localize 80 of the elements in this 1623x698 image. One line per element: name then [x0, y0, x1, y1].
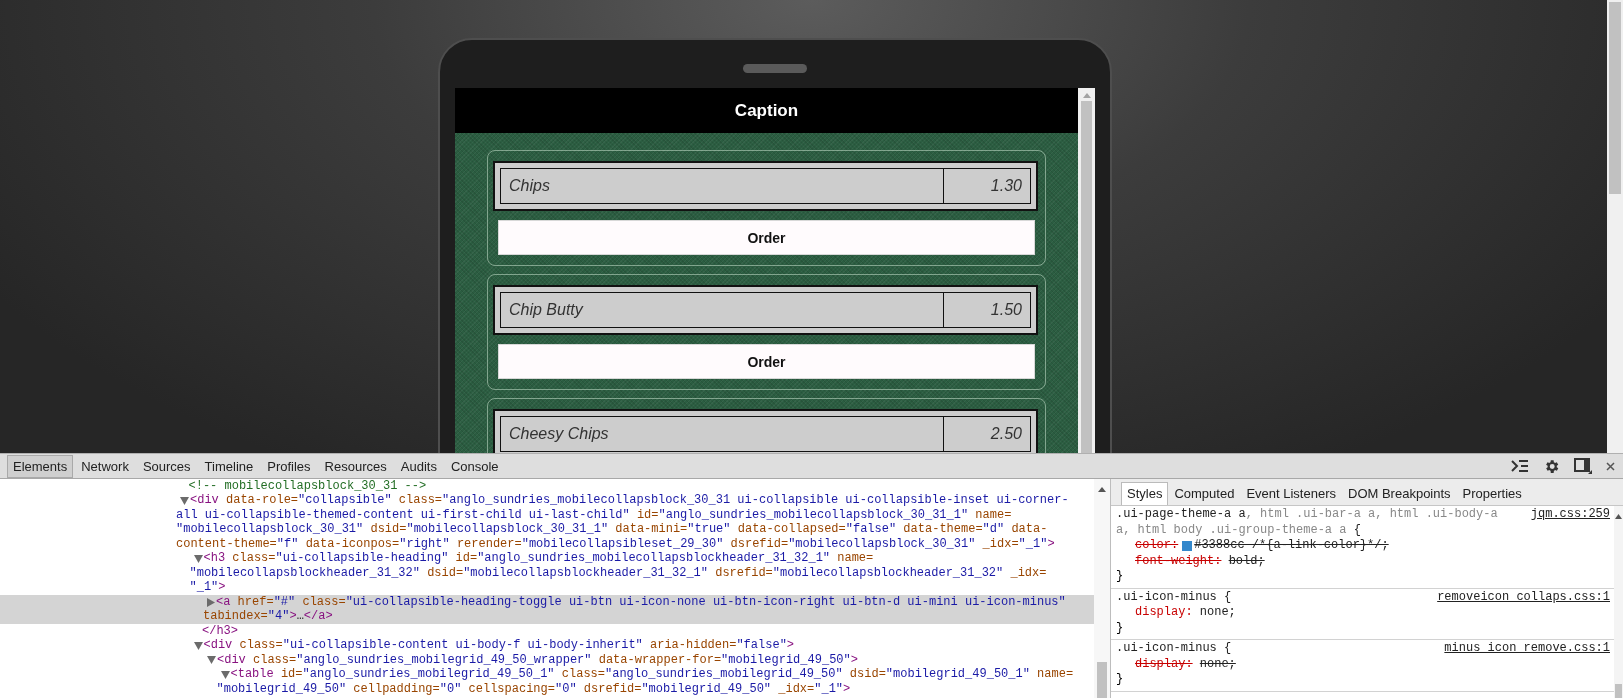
scrollbar-thumb[interactable]	[1609, 2, 1621, 194]
item-price: 2.50	[989, 424, 1023, 444]
triangle-icon[interactable]	[180, 496, 189, 505]
code-line: <h3 class="ui-collapsible-heading" id="anglo_sundries_mobilecollapsblockheader_31_32_1" name=	[203, 551, 874, 567]
devtools-tab[interactable]: Elements	[7, 454, 74, 478]
closing-brace: }	[1116, 620, 1124, 635]
settings-icon[interactable]	[1543, 457, 1560, 475]
devtools-tab[interactable]: Console	[444, 454, 505, 478]
css-selector: .ui-icon-minus {	[1116, 589, 1232, 605]
scrollbar-thumb[interactable]	[1081, 101, 1092, 453]
code-line: "mobilecollapsblockheader_31_32" dsid="mobilecollapsblockheader_31_32_1" dsrefid="mobilecollapsblockheader_31_32" _idx=	[189, 565, 1047, 581]
scrollbar-thumb[interactable]	[1615, 684, 1622, 698]
code-line: </h3>	[202, 623, 238, 639]
devtools-tab[interactable]: Network	[75, 454, 135, 478]
color-swatch[interactable]	[1182, 540, 1193, 551]
scroll-up-icon[interactable]	[1615, 514, 1622, 519]
closing-brace: }	[1116, 672, 1124, 686]
scrollbar[interactable]	[1614, 506, 1623, 698]
order-button[interactable]: Order	[498, 220, 1035, 255]
devtools-tab[interactable]: Profiles	[261, 454, 317, 478]
scrollbar-thumb[interactable]	[1097, 662, 1107, 698]
devtools-tab[interactable]: Resources	[318, 454, 393, 478]
triangle-icon[interactable]	[207, 656, 216, 665]
item-name: Chips	[501, 169, 944, 203]
scrollbar[interactable]	[1607, 0, 1623, 453]
css-property-name: font-weight:	[1135, 553, 1222, 569]
sidebar-tab[interactable]: Event Listeners	[1240, 482, 1342, 505]
order-button[interactable]: Order	[498, 344, 1035, 379]
devtools-tab[interactable]: Timeline	[198, 454, 260, 478]
css-property-name: display:	[1135, 605, 1193, 621]
css-property-name: display:	[1135, 656, 1193, 672]
scrollbar[interactable]	[1078, 88, 1095, 453]
sidebar-tab[interactable]: Properties	[1456, 482, 1528, 505]
code-line: all ui-collapsible-themed-content ui-first-child ui-last-child" id="anglo_sundries_mobilecollapsblock_30_31_1" name=	[176, 507, 1012, 523]
code-line: content-theme="f" data-iconpos="right" rerender="mobilecollapsibleset_29_30" dsrefid="mobilecollapsblock_30_31" _idx="_1">	[176, 536, 1055, 552]
code-line: <!-- mobilecollapsblock_30_31 -->	[188, 479, 427, 494]
triangle-icon[interactable]	[207, 597, 215, 607]
devtools-tab[interactable]: Audits	[394, 454, 443, 478]
code-line: <div class="anglo_sundries_mobilegrid_49_50_wrapper" data-wrapper-for="mobilegrid_49_50">	[217, 652, 858, 668]
triangle-icon[interactable]	[220, 670, 230, 679]
item-name: Chip Butty	[501, 293, 944, 327]
code-line: "mobilecollapsblock_30_31" dsid="mobilecollapsblock_30_31_1" data-mini="true" data-collapsed="false" data-theme="d" data-	[176, 522, 1048, 538]
sidebar-tab[interactable]: DOM Breakpoints	[1342, 482, 1457, 505]
item-price: 1.30	[989, 176, 1023, 196]
dom-node-row[interactable]: <!-- mobilecollapsblock_30_31 -->	[0, 479, 1094, 494]
sidebar-tab[interactable]: Computed	[1168, 482, 1241, 505]
closing-brace: }	[1116, 569, 1124, 583]
close-icon[interactable]	[1606, 461, 1615, 471]
css-property-name: color:	[1135, 538, 1179, 554]
source-link[interactable]: removeicon_collaps.css:1	[1437, 589, 1610, 605]
triangle-icon[interactable]	[193, 641, 203, 650]
devtools-tab[interactable]: Sources	[136, 454, 197, 478]
source-link[interactable]: minus_icon_remove.css:1	[1444, 641, 1610, 657]
scrollbar[interactable]	[1094, 479, 1110, 698]
code-line: <a href="#" class="ui-collapsible-heading-toggle ui-btn ui-icon-none ui-btn-icon-right ui-btn-d ui-mini ui-icon-minus"	[216, 594, 1066, 610]
code-line: "mobilegrid_49_50" cellpadding="0" cellspacing="0" dsrefid="mobilegrid_49_50" _idx="_1">	[216, 681, 851, 697]
header-title: Caption	[734, 100, 799, 121]
source-link[interactable]: jqm.css:259	[1530, 507, 1610, 523]
console-drawer-icon[interactable]	[1511, 459, 1529, 473]
code-line: <table id="anglo_sundries_mobilegrid_49_50_1" class="anglo_sundries_mobilegrid_49_50" dsid="mobilegrid_49_50_1" name=	[230, 667, 1074, 683]
scroll-up-icon[interactable]	[1098, 487, 1106, 492]
code-line: <div class="ui-collapsible-content ui-body-f ui-body-inherit" aria-hidden="false">	[203, 638, 795, 654]
speaker-grille	[743, 64, 807, 73]
dom-node-row[interactable]: <div class="ui-collapsible-content ui-body-f ui-body-inherit" aria-hidden="false">	[0, 638, 1094, 653]
dock-icon[interactable]	[1574, 458, 1592, 474]
code-line: <div data-role="collapsible" class="anglo_sundries_mobilecollapsblock_30_31 ui-collapsible ui-collapsible-inset ui-corner-	[190, 493, 1069, 509]
css-property-value: none;	[1199, 605, 1236, 621]
item-price: 1.50	[989, 300, 1023, 320]
css-property-value: none;	[1199, 656, 1236, 672]
sidebar-tab[interactable]: Styles	[1121, 482, 1169, 505]
css-selector: .ui-page-theme-a a, html .ui-bar-a a, html .ui-body-a a, html body .ui-group-theme-a a {	[1116, 507, 1499, 538]
item-name: Cheesy Chips	[501, 417, 944, 451]
dom-node-row[interactable]: <a href="#" class="ui-collapsible-heading-toggle ui-btn ui-icon-none ui-btn-icon-right ui-btn-d ui-mini ui-icon-minus" tabindex="4">…</a>	[0, 595, 1094, 624]
triangle-icon[interactable]	[193, 554, 203, 563]
css-property-value: bold;	[1228, 553, 1265, 569]
css-property-value: #3388cc /*{a-link-color}*/;	[1194, 538, 1389, 554]
code-line: tabindex="4">…</a>	[203, 609, 333, 625]
code-line: "_1">	[189, 580, 226, 596]
css-selector: .ui-icon-minus {	[1116, 641, 1232, 657]
dom-node-row[interactable]: <div class="anglo_sundries_mobilegrid_49_50_wrapper" data-wrapper-for="mobilegrid_49_50">	[0, 653, 1094, 668]
